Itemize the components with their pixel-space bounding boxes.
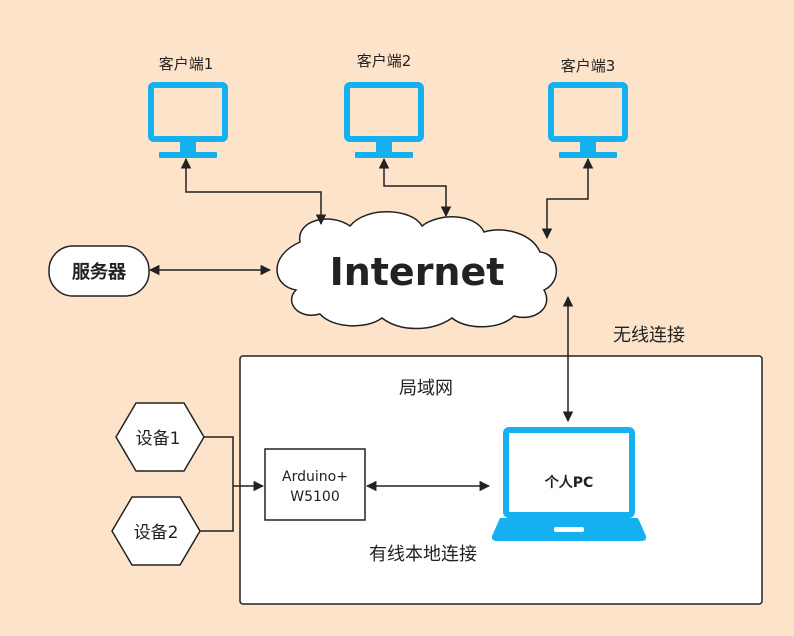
client-2-internet-link: [378, 157, 452, 218]
wireless-label: 无线连接: [613, 325, 685, 346]
wired-label: 有线本地连接: [369, 544, 477, 565]
arduino-label-line1: Arduino+: [282, 469, 348, 485]
client-1-monitor-icon: [148, 82, 228, 158]
client-3-monitor-icon: [548, 82, 628, 158]
lan-label: 局域网: [399, 378, 453, 399]
server-label: 服务器: [72, 261, 127, 283]
device-2-label: 设备2: [134, 523, 179, 543]
device-2-connector: [200, 486, 234, 532]
client-2-label: 客户端2: [357, 52, 412, 70]
pc-label: 个人PC: [544, 474, 594, 491]
client-3-label: 客户端3: [561, 57, 616, 75]
client-3-internet-link: [541, 157, 594, 240]
network-diagram: 客户端1 客户端2 客户端3 Internet 服务器 无线连接 局域网 设备1…: [0, 0, 794, 636]
device-1-connector: [204, 436, 234, 486]
arduino-label-line2: W5100: [290, 489, 339, 505]
diagram-svg: 客户端1 客户端2 客户端3 Internet 服务器 无线连接 局域网 设备1…: [48, 52, 763, 605]
internet-label: Internet: [330, 250, 505, 294]
client-2-monitor-icon: [344, 82, 424, 158]
client-1-label: 客户端1: [159, 55, 214, 73]
client-1-internet-link: [180, 157, 327, 226]
device-1-label: 设备1: [136, 429, 181, 449]
